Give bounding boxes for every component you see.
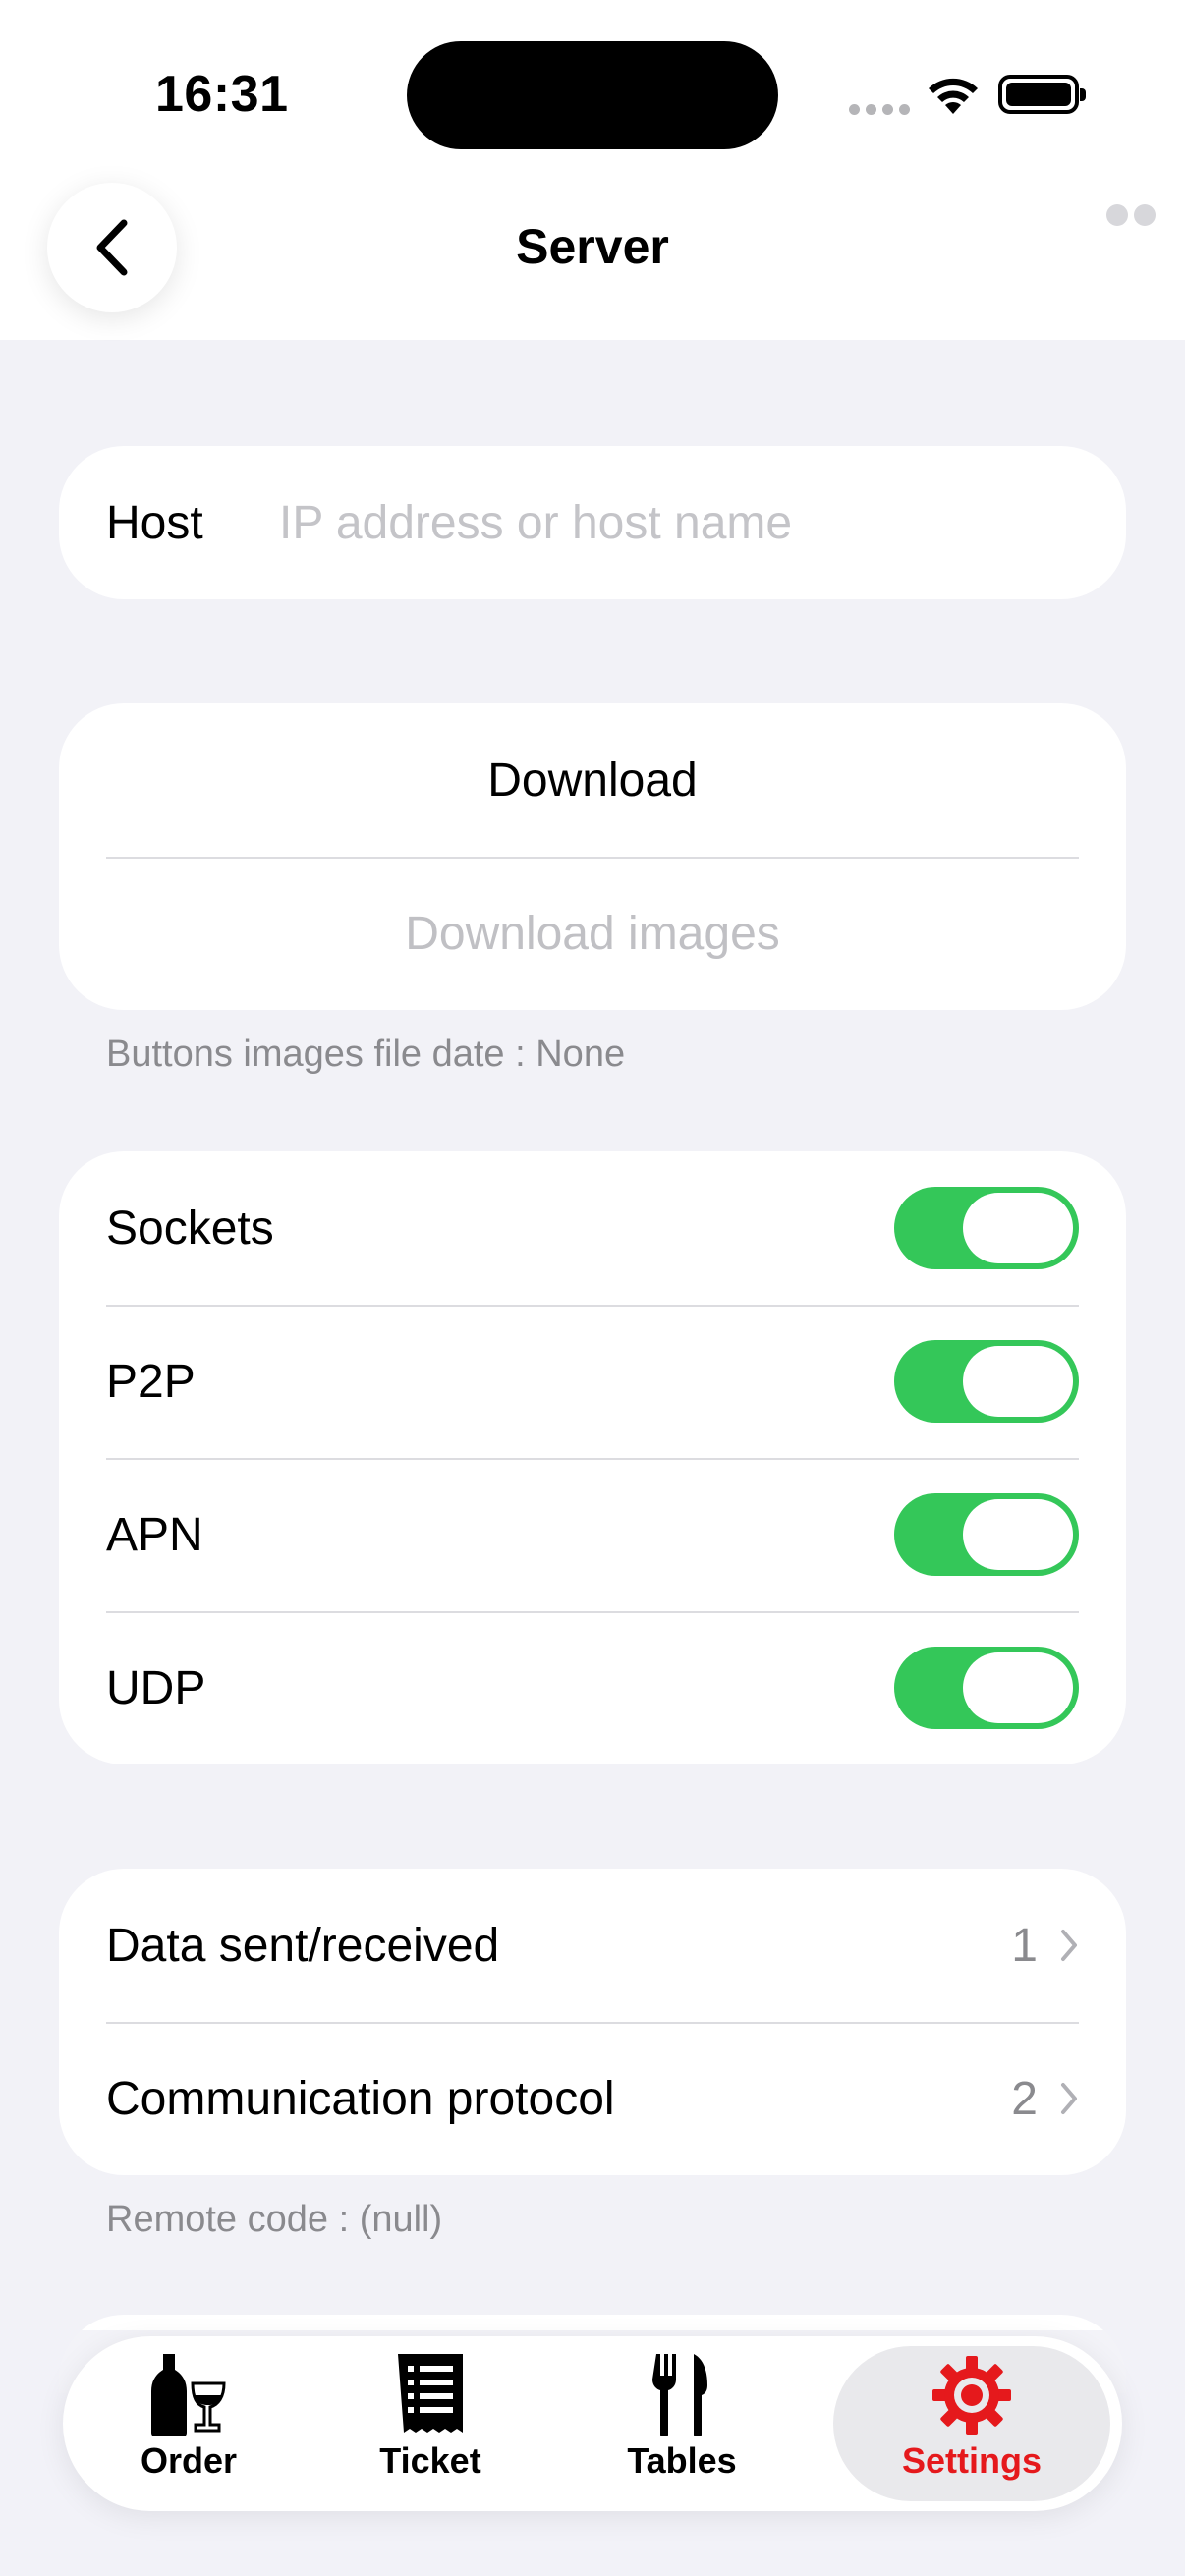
row-label: Data sent/received (106, 1919, 500, 1972)
chevron-right-icon (1059, 1929, 1079, 1962)
status-time: 16:31 (155, 66, 289, 123)
bottle-glass-icon (151, 2354, 226, 2436)
udp-switch[interactable] (894, 1647, 1079, 1729)
remote-code-note: Remote code : (null) (106, 2199, 443, 2240)
download-label: Download (487, 754, 698, 807)
details-card: Data sent/received 1 Communication proto… (59, 1869, 1126, 2175)
host-row: Host (59, 446, 1126, 599)
row-label: Communication protocol (106, 2072, 615, 2125)
row-value: 1 (1011, 1919, 1038, 1972)
fork-knife-icon (652, 2354, 707, 2436)
battery-icon (998, 75, 1086, 114)
tab-ticket[interactable]: Ticket (324, 2346, 536, 2501)
images-file-date-note: Buttons images file date : None (106, 1034, 626, 1075)
host-input[interactable] (279, 495, 1079, 550)
tab-settings[interactable]: Settings (833, 2346, 1110, 2501)
download-images-button[interactable]: Download images (59, 857, 1126, 1010)
p2p-switch[interactable] (894, 1340, 1079, 1423)
apn-switch[interactable] (894, 1493, 1079, 1576)
download-card: Download Download images (59, 703, 1126, 1010)
toggle-row-p2p: P2P (59, 1305, 1126, 1458)
toggle-row-udp: UDP (59, 1611, 1126, 1764)
host-card: Host (59, 446, 1126, 599)
tab-order[interactable]: Order (83, 2346, 295, 2501)
tab-label: Tables (627, 2440, 737, 2481)
cellular-signal-icon (849, 104, 910, 115)
toggle-row-sockets: Sockets (59, 1151, 1126, 1305)
toggle-label: UDP (106, 1661, 206, 1714)
toggle-row-apn: APN (59, 1458, 1126, 1611)
page-title: Server (516, 219, 669, 274)
toggle-label: P2P (106, 1355, 196, 1408)
communication-protocol-row[interactable]: Communication protocol 2 (59, 2022, 1126, 2175)
toggle-label: Sockets (106, 1202, 274, 1255)
tab-tables[interactable]: Tables (576, 2346, 788, 2501)
tab-bar: Order Ticket Tables Settings (63, 2336, 1122, 2511)
tab-label: Order (140, 2440, 238, 2481)
receipt-icon (398, 2354, 463, 2433)
toggle-label: APN (106, 1508, 203, 1561)
tab-label: Ticket (379, 2440, 481, 2481)
more-dots-icon[interactable] (1106, 204, 1156, 226)
sockets-switch[interactable] (894, 1187, 1079, 1269)
dynamic-island (407, 41, 778, 149)
tab-label: Settings (901, 2440, 1042, 2481)
row-value: 2 (1011, 2072, 1038, 2125)
chevron-right-icon (1059, 2082, 1079, 2115)
download-images-label: Download images (405, 907, 780, 960)
connection-toggles-card: Sockets P2P APN UDP (59, 1151, 1126, 1764)
data-sent-received-row[interactable]: Data sent/received 1 (59, 1869, 1126, 2022)
gear-icon (932, 2356, 1011, 2435)
wifi-icon (926, 75, 981, 121)
host-label: Host (106, 496, 203, 549)
download-button[interactable]: Download (59, 703, 1126, 857)
